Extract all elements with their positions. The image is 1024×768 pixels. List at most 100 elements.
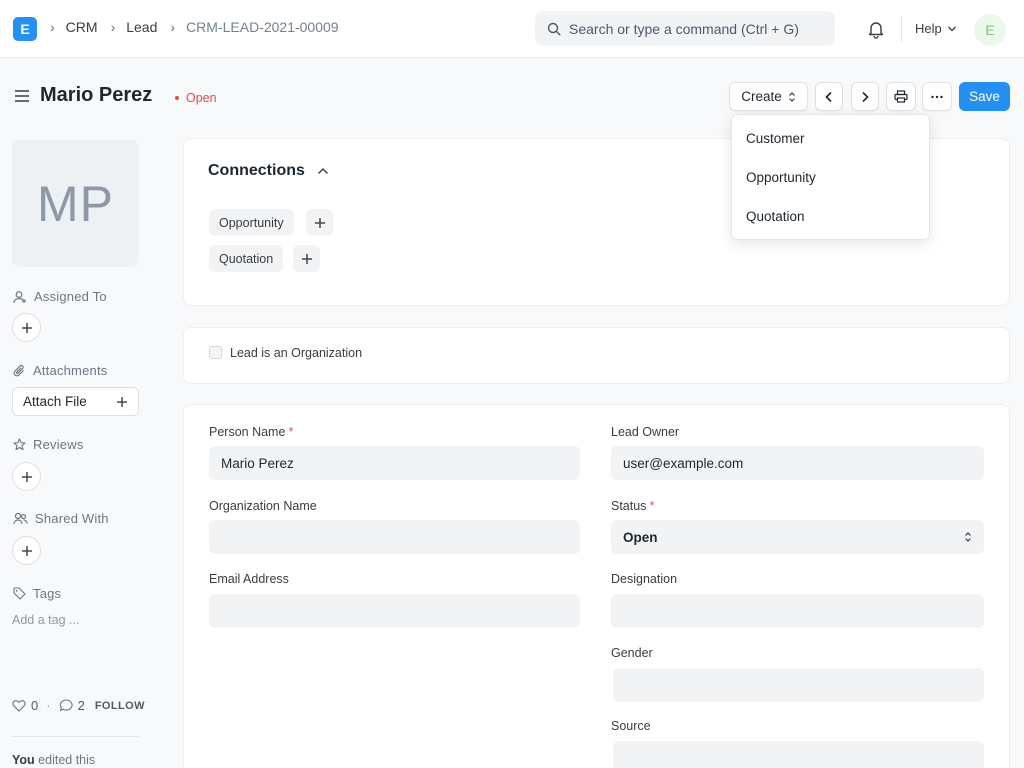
paperclip-icon: [13, 364, 24, 376]
users-icon: [13, 512, 28, 525]
create-label: Create: [741, 89, 782, 104]
comment-icon[interactable]: [59, 699, 73, 712]
follow-button[interactable]: FOLLOW: [95, 700, 145, 712]
status-label: Status *: [611, 499, 655, 513]
add-review-button[interactable]: [12, 462, 41, 491]
tag-icon: [13, 587, 26, 600]
reviews-text: Reviews: [33, 437, 84, 452]
print-button[interactable]: [886, 82, 916, 111]
save-button[interactable]: Save: [959, 82, 1010, 111]
printer-icon: [894, 90, 908, 103]
search-bar[interactable]: [535, 11, 835, 46]
tags-text: Tags: [33, 586, 62, 601]
shared-with-text: Shared With: [35, 511, 109, 526]
record-avatar[interactable]: MP: [12, 140, 139, 267]
shared-with-label: Shared With: [13, 511, 109, 526]
bell-icon[interactable]: [866, 19, 886, 39]
lead-is-organization-checkbox[interactable]: [209, 346, 222, 359]
menu-item-opportunity[interactable]: Opportunity: [746, 170, 816, 185]
create-button[interactable]: Create: [729, 82, 808, 111]
assigned-to-text: Assigned To: [34, 289, 107, 304]
status-badge: Open: [175, 91, 217, 105]
heart-icon[interactable]: [12, 699, 26, 712]
person-name-field[interactable]: [209, 446, 580, 480]
status-select[interactable]: Open: [611, 520, 984, 554]
organization-name-field[interactable]: [209, 520, 580, 554]
add-tag-input[interactable]: Add a tag ...: [12, 613, 79, 627]
chevron-right-icon: ›: [50, 19, 55, 35]
plus-icon: [21, 322, 32, 333]
attachments-label: Attachments: [13, 363, 107, 378]
breadcrumb-current[interactable]: CRM-LEAD-2021-00009: [186, 19, 339, 35]
previous-button[interactable]: [815, 82, 843, 111]
likes-count: 0: [31, 698, 39, 713]
menu-item-customer[interactable]: Customer: [746, 131, 805, 146]
email-address-label: Email Address: [209, 572, 289, 586]
activity-summary: You edited this: [12, 753, 95, 767]
designation-label: Designation: [611, 572, 678, 586]
search-icon: [547, 22, 561, 36]
chevron-up-icon: [317, 168, 328, 174]
organization-name-label: Organization Name: [209, 499, 317, 513]
chevron-down-icon: [947, 26, 956, 31]
breadcrumb: › CRM › Lead › CRM-LEAD-2021-00009: [50, 19, 352, 35]
breadcrumb-crm[interactable]: CRM: [66, 19, 98, 35]
more-options-button[interactable]: [922, 82, 952, 111]
status-value: Open: [623, 529, 658, 545]
help-menu[interactable]: Help: [915, 21, 957, 36]
sort-icon: [788, 91, 795, 102]
chevron-right-icon: [862, 91, 869, 102]
email-address-field[interactable]: [209, 594, 580, 628]
add-opportunity-button[interactable]: [306, 209, 333, 236]
chevron-right-icon: ›: [110, 19, 116, 35]
reviews-label: Reviews: [13, 437, 84, 452]
connection-opportunity[interactable]: Opportunity: [209, 209, 294, 236]
menu-item-quotation[interactable]: Quotation: [746, 209, 805, 224]
ellipsis-icon: [931, 95, 943, 98]
help-label: Help: [915, 21, 942, 36]
add-assignee-button[interactable]: [12, 313, 41, 342]
page-title: Mario Perez: [40, 84, 153, 106]
lead-owner-label: Lead Owner: [611, 425, 680, 439]
plus-icon: [117, 396, 127, 407]
navbar-divider: [901, 16, 902, 42]
sort-icon: [965, 532, 971, 542]
chevron-left-icon: [825, 91, 832, 102]
source-field[interactable]: [613, 741, 984, 768]
comments-count: 2: [77, 698, 85, 713]
user-avatar[interactable]: E: [974, 14, 1006, 46]
likes-comments-bar: 0 · 2 FOLLOW: [12, 698, 145, 713]
add-quotation-button[interactable]: [293, 245, 320, 272]
star-icon: [13, 438, 26, 451]
app-logo[interactable]: E: [13, 17, 37, 41]
attachments-text: Attachments: [33, 363, 108, 378]
attach-file-button[interactable]: Attach File: [12, 387, 139, 416]
plus-icon: [21, 471, 32, 482]
assigned-to-label: Assigned To: [13, 289, 107, 304]
connections-title: Connections: [208, 162, 305, 179]
chevron-right-icon: ›: [170, 19, 176, 35]
create-dropdown-menu: Customer Opportunity Quotation: [731, 114, 930, 240]
status-dot: [175, 96, 179, 100]
menu-icon[interactable]: [14, 89, 30, 103]
gender-field[interactable]: [613, 668, 984, 702]
separator-dot: ·: [46, 698, 51, 713]
plus-icon: [21, 545, 32, 556]
next-button[interactable]: [851, 82, 879, 111]
gender-label: Gender: [611, 646, 653, 660]
designation-field[interactable]: [611, 594, 984, 628]
search-input[interactable]: [569, 20, 819, 37]
connections-header[interactable]: Connections: [208, 162, 329, 180]
plus-icon: [314, 217, 325, 228]
add-share-button[interactable]: [12, 536, 41, 565]
tags-label: Tags: [13, 586, 61, 601]
plus-icon: [301, 253, 312, 264]
person-name-label: Person Name *: [209, 425, 294, 439]
lead-owner-field[interactable]: [611, 446, 984, 480]
lead-is-organization-label[interactable]: Lead is an Organization: [230, 346, 362, 360]
source-label: Source: [611, 719, 651, 733]
user-icon: [13, 290, 26, 303]
breadcrumb-lead[interactable]: Lead: [126, 19, 157, 35]
sidebar-divider: [12, 736, 139, 737]
connection-quotation[interactable]: Quotation: [209, 245, 284, 272]
